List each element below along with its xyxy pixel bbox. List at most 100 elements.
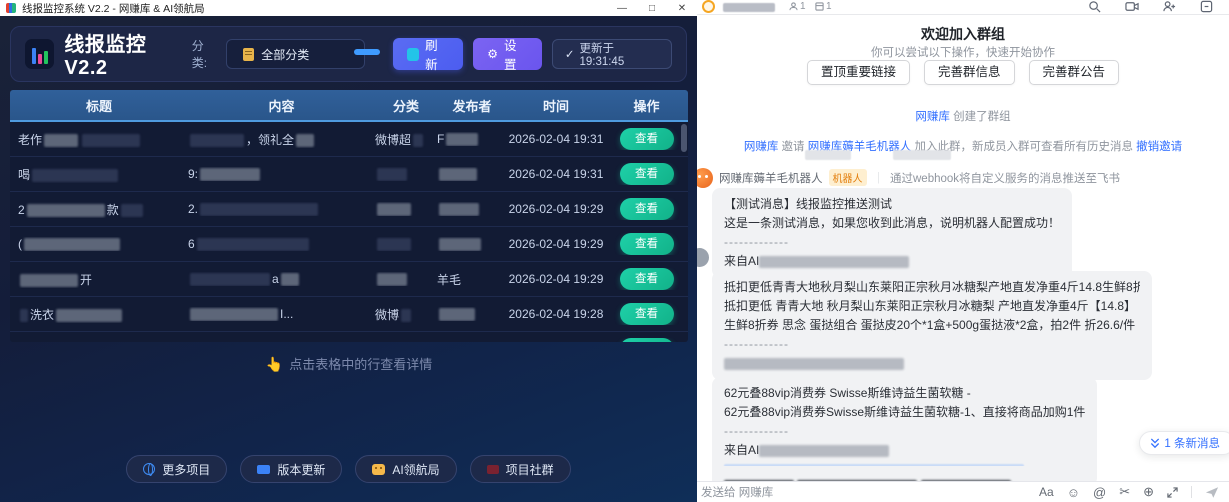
category-select[interactable]: 全部分类 [226,39,364,69]
chevrons-down-icon [1150,438,1160,449]
censored-text [190,308,278,321]
minimize-button[interactable]: — [607,3,637,14]
view-button[interactable]: 查看 [620,128,674,150]
view-button[interactable]: 查看 [620,303,674,325]
table-scrollbar[interactable] [681,124,687,152]
censored-text [377,273,407,286]
screenshot-icon[interactable]: ✂ [1119,484,1130,500]
table-row[interactable]: 开 a 羊毛 2026-02-04 19:29 查看 [10,262,688,297]
app-icon [6,3,16,13]
tag-icon [815,2,824,11]
censored-text [446,133,478,146]
view-button[interactable]: 查看 [620,233,674,255]
col-action: 操作 [605,96,688,115]
check-icon: ✓ [565,47,575,61]
pin-link-button[interactable]: 置顶重要链接 [807,60,910,85]
table-row[interactable]: ( 6 2026-02-04 19:29 查看 [10,227,688,262]
ai-hub-button[interactable]: AI领航局 [355,455,456,483]
table-row[interactable]: 喝 9: 2026-02-04 19:31 查看 [10,157,688,192]
bot-badge: 机器人 [829,169,867,186]
view-button[interactable]: 查看 [620,338,674,342]
table-row[interactable]: 2款 2. 2026-02-04 19:29 查看 [10,192,688,227]
select-indicator [354,49,380,55]
divider [1191,486,1192,498]
table-row[interactable]: 洗衣 I... 微博 2026-02-04 19:28 查看 [10,297,688,332]
settings-button[interactable]: ⚙ 设置 [473,38,542,70]
censored-text [32,169,118,182]
censored-text [805,150,851,160]
censored-text [759,256,909,268]
close-button[interactable]: ✕ [667,3,697,14]
message-sender-line: 网赚库薅羊毛机器人 机器人 ｜ 通过webhook将自定义服务的消息推送至飞书 [719,169,1120,186]
add-member-icon[interactable] [1163,0,1176,13]
welcome-title: 欢迎加入群组 [697,24,1229,44]
sender-name[interactable]: 网赚库薅羊毛机器人 [719,170,823,186]
censored-text [27,204,105,217]
monitor-app-window: 线报监控系统 V2.2 - 网赚库 & AI领航局 — □ ✕ 线报监控 V2.… [0,0,697,502]
maximize-button[interactable]: □ [637,3,667,14]
more-settings-icon[interactable] [1200,0,1213,13]
video-call-icon[interactable] [1125,0,1139,13]
message-bubble[interactable]: 抵扣更低青青大地秋月梨山东莱阳正宗秋月冰糖梨产地直发净重4斤14.8生鲜8折券 … [712,271,1152,380]
font-style-icon[interactable]: Aa [1039,485,1054,499]
bot-avatar[interactable] [697,168,713,188]
censored-text [439,168,477,181]
censored-text [377,168,407,181]
search-icon[interactable] [1088,0,1101,13]
refresh-button[interactable]: 刷新 [393,38,464,70]
inviter-link[interactable]: 网赚库 [744,141,779,153]
censored-text [439,238,481,251]
censored-text [413,134,423,147]
expand-icon[interactable] [1167,487,1178,498]
deals-table: 标题 内容 分类 发布者 时间 操作 老作 ，领礼全 微博超 F 2026-02… [10,90,688,342]
mention-icon[interactable]: @ [1093,485,1106,500]
col-time: 时间 [507,96,605,115]
view-button[interactable]: 查看 [620,268,674,290]
send-icon [1205,486,1219,499]
more-projects-button[interactable]: 更多项目 [126,455,227,483]
welcome-actions: 置顶重要链接 完善群信息 完善群公告 [697,60,1229,85]
group-avatar[interactable] [702,0,715,13]
send-button[interactable] [1205,486,1219,499]
col-publisher: 发布者 [437,96,507,115]
system-message-created: 网赚库 创建了群组 [697,108,1229,124]
message-bubble[interactable]: 【测试消息】线报监控推送测试 这是一条测试消息，如果您收到此消息，说明机器人配置… [712,188,1072,278]
refresh-icon [407,48,420,61]
emoji-icon[interactable]: ☺ [1067,485,1080,500]
bot-avatar [697,248,709,267]
table-row[interactable]: 老作 ，领礼全 微博超 F 2026-02-04 19:31 查看 [10,122,688,157]
censored-text [759,445,889,457]
edit-announcement-button[interactable]: 完善群公告 [1029,60,1120,85]
censored-group-name [723,3,775,12]
censored-text [190,134,244,147]
censored-text [377,238,411,251]
message-composer[interactable]: 发送给 网赚库 Aa ☺ @ ✂ ⊕ [697,481,1229,502]
table-row[interactable]: 查看 [10,332,688,342]
gear-icon: ⚙ [487,47,498,61]
screen: 线报监控系统 V2.2 - 网赚库 & AI领航局 — □ ✕ 线报监控 V2.… [0,0,1229,502]
version-update-button[interactable]: 版本更新 [240,455,342,483]
community-button[interactable]: 项目社群 [470,455,571,483]
window-titlebar: 线报监控系统 V2.2 - 网赚库 & AI领航局 — □ ✕ [0,0,697,16]
censored-text [20,309,28,322]
censored-text [82,134,140,147]
monitor-icon [257,465,270,474]
doc-icon [243,48,254,61]
censored-text [377,203,411,216]
robot-icon [372,464,385,475]
new-message-badge[interactable]: 1 条新消息 [1139,431,1229,455]
welcome-subtitle: 你可以尝试以下操作，快速开始协作 [697,44,1229,60]
censored-text [724,358,904,370]
censored-text [56,309,122,322]
tab-count-badge[interactable]: 1 [815,1,832,12]
view-button[interactable]: 查看 [620,163,674,185]
attach-icon[interactable]: ⊕ [1143,484,1154,500]
member-count-badge[interactable]: 1 [789,1,806,12]
creator-link[interactable]: 网赚库 [915,111,950,123]
censored-text [190,273,270,286]
view-button[interactable]: 查看 [620,198,674,220]
revoke-invite-link[interactable]: 撤销邀请 [1136,141,1182,153]
pointing-hand-icon: 👆 [266,356,283,372]
edit-group-info-button[interactable]: 完善群信息 [924,60,1015,85]
censored-text [197,238,309,251]
